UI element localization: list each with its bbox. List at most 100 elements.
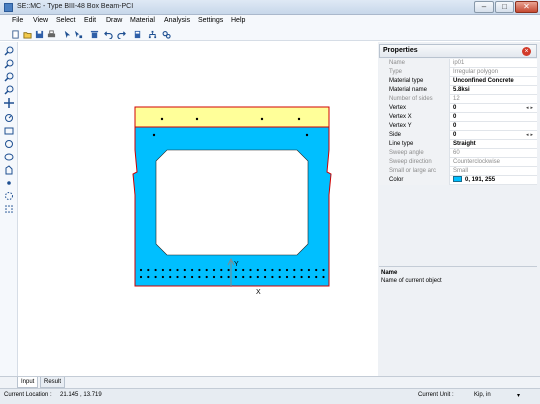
location-label: Current Location : — [4, 392, 52, 398]
strand-dot — [191, 268, 194, 272]
strand-dot — [315, 268, 318, 272]
property-row[interactable]: Vertex Y0 — [379, 122, 537, 131]
y-axis-label: Y — [234, 261, 239, 268]
description-name: Name — [381, 270, 398, 276]
hierarchy-icon[interactable] — [148, 30, 157, 39]
new-icon[interactable] — [11, 30, 20, 39]
rotate-icon[interactable] — [4, 113, 14, 123]
menu-view[interactable]: View — [33, 17, 48, 24]
strand-dot — [205, 268, 208, 272]
description-text: Name of current object — [381, 278, 442, 284]
strand-dot — [191, 275, 194, 279]
spin-arrows-icon[interactable]: ◂▸ — [526, 105, 535, 111]
redo-icon[interactable] — [117, 30, 126, 39]
property-value: 60 — [453, 150, 460, 156]
drawing-canvas[interactable]: Y X — [18, 42, 378, 376]
property-row[interactable]: Line type Straight — [379, 140, 537, 149]
pointer-icon[interactable] — [63, 30, 72, 39]
strand-dot — [264, 275, 267, 279]
calculator-icon[interactable] — [133, 30, 142, 39]
menu-bar: File View Select Edit Draw Material Anal… — [0, 15, 540, 28]
property-value[interactable]: Straight — [453, 140, 476, 149]
property-row[interactable]: Material type Unconfined Concrete — [379, 77, 537, 86]
strand-dot — [227, 268, 230, 272]
zoom-in-icon[interactable] — [4, 46, 14, 56]
strand-dot — [161, 275, 164, 279]
zoom-fit-icon[interactable] — [4, 85, 14, 95]
minimize-button[interactable]: – — [474, 1, 494, 13]
property-value: Counterclockwise — [453, 159, 501, 165]
strand-dot — [183, 275, 186, 279]
close-button[interactable]: ✕ — [515, 1, 538, 13]
strand-dot — [176, 275, 179, 279]
save-icon[interactable] — [35, 30, 44, 39]
property-row[interactable]: Side 0 ◂▸ — [379, 131, 537, 140]
settings-icon[interactable] — [162, 30, 171, 39]
circle-dashed-icon[interactable] — [4, 191, 14, 201]
strand-dot — [227, 275, 230, 279]
rectangle-icon[interactable] — [4, 126, 14, 136]
zoom-out-icon[interactable] — [4, 59, 14, 69]
delete-icon[interactable] — [90, 30, 99, 39]
print-icon[interactable] — [47, 30, 56, 39]
menu-select[interactable]: Select — [56, 17, 75, 24]
menu-material[interactable]: Material — [130, 17, 155, 24]
property-value[interactable]: 0 — [453, 104, 456, 113]
properties-title: Properties — [383, 47, 418, 54]
property-key: Sweep angle — [379, 149, 450, 158]
section-drawing: Y X — [132, 106, 332, 296]
tab-input[interactable]: Input — [17, 377, 39, 388]
menu-file[interactable]: File — [12, 17, 23, 24]
tab-result[interactable]: Result — [40, 377, 66, 388]
point-icon[interactable] — [4, 178, 14, 188]
strand-dot — [271, 275, 274, 279]
maximize-button[interactable]: □ — [495, 1, 514, 13]
grid-dots-icon[interactable] — [4, 204, 14, 214]
menu-settings[interactable]: Settings — [198, 17, 223, 24]
strand-dot — [198, 275, 201, 279]
strand-dot — [300, 268, 303, 272]
node-pointer-icon[interactable] — [74, 30, 83, 39]
property-value[interactable]: 0 — [453, 131, 456, 140]
color-swatch[interactable] — [453, 176, 462, 183]
menu-help[interactable]: Help — [231, 17, 245, 24]
property-key: Line type — [379, 140, 450, 149]
title-bar: SE::MC - Type BIII-48 Box Beam-PCI – □ ✕ — [0, 0, 540, 15]
undo-icon[interactable] — [104, 30, 113, 39]
property-value[interactable]: 5.8ksi — [453, 86, 470, 95]
strand-dot — [139, 268, 143, 272]
strand-dot — [256, 268, 259, 272]
ellipse-icon[interactable] — [4, 152, 14, 162]
pan-icon[interactable] — [4, 98, 14, 108]
location-value: 21.145 , 13.719 — [60, 392, 102, 398]
property-value[interactable]: Unconfined Concrete — [453, 77, 514, 86]
menu-edit[interactable]: Edit — [84, 17, 96, 24]
strand-dot — [161, 268, 164, 272]
polygon-icon[interactable] — [4, 165, 14, 175]
spin-arrows-icon[interactable]: ◂▸ — [526, 132, 535, 138]
property-value[interactable]: 0 — [453, 113, 456, 122]
property-row[interactable]: Vertex 0 ◂▸ — [379, 104, 537, 113]
circle-icon[interactable] — [4, 139, 14, 149]
property-row[interactable]: Vertex X0 — [379, 113, 537, 122]
menu-draw[interactable]: Draw — [106, 17, 122, 24]
strand-dot — [220, 268, 223, 272]
property-key: Material name — [379, 86, 450, 95]
property-value[interactable]: 0 — [453, 122, 456, 131]
properties-close-icon[interactable]: × — [522, 47, 531, 56]
properties-panel: Properties × Name ip01 Type Irregular polyg… — [378, 42, 540, 376]
property-key: Type — [379, 68, 450, 77]
app-icon — [4, 3, 13, 12]
unit-select[interactable]: Kip, in — [474, 392, 491, 398]
menu-analysis[interactable]: Analysis — [164, 17, 190, 24]
strand-dot — [147, 275, 150, 279]
property-value[interactable]: 0, 191, 255 — [453, 176, 495, 185]
property-row[interactable]: Color 0, 191, 255 — [379, 176, 537, 185]
property-key: Small or large arc — [379, 167, 450, 176]
property-row[interactable]: Material name 5.8ksi — [379, 86, 537, 95]
chevron-down-icon[interactable]: ▾ — [517, 392, 520, 399]
zoom-window-icon[interactable] — [4, 72, 14, 82]
strand-dot — [242, 268, 245, 272]
properties-header: Properties × — [379, 44, 537, 58]
open-icon[interactable] — [23, 30, 32, 39]
